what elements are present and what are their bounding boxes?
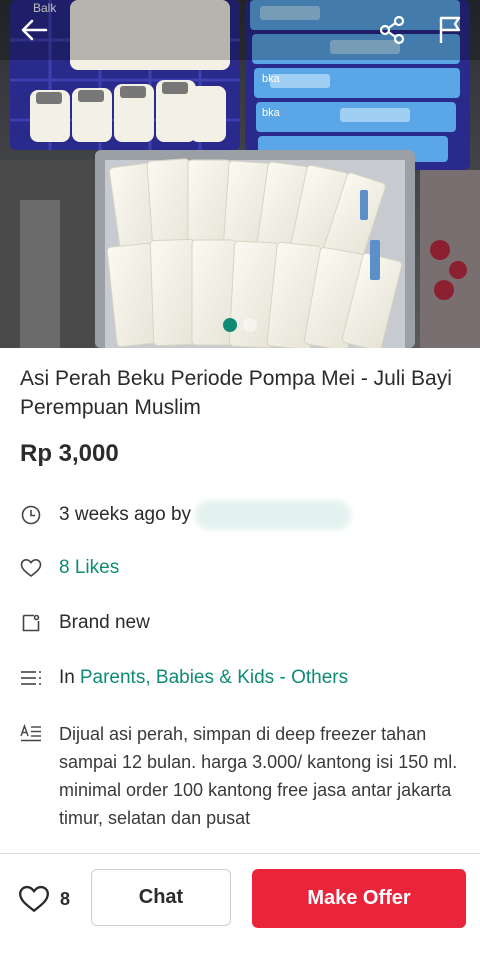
flag-icon: [439, 16, 461, 43]
heart-icon: [20, 557, 42, 579]
category-prefix: In: [59, 667, 75, 688]
heart-icon: [19, 885, 49, 913]
share-button[interactable]: [370, 10, 414, 50]
back-button[interactable]: [12, 10, 56, 50]
like-count: 8: [60, 888, 71, 909]
photo-illustration: Balk bka bka: [0, 0, 480, 348]
bottom-action-bar: 8 Chat Make Offer: [0, 853, 480, 954]
back-arrow-icon: [21, 19, 48, 41]
likes-row: 8 Likes: [20, 557, 119, 579]
report-button[interactable]: [428, 10, 472, 50]
category-link[interactable]: Parents, Babies & Kids - Others: [80, 667, 348, 689]
share-icon: [379, 15, 405, 45]
listing-price: Rp 3,000: [20, 440, 119, 467]
tag-icon: [20, 612, 42, 634]
condition-text: Brand new: [59, 612, 150, 633]
seller-name-redacted[interactable]: [195, 500, 352, 530]
posted-row: 3 weeks ago by: [20, 500, 352, 530]
likes-link[interactable]: 8 Likes: [59, 557, 119, 579]
posted-text: 3 weeks ago by: [59, 504, 192, 525]
carousel-indicator: [0, 318, 480, 332]
chat-button[interactable]: Chat: [91, 869, 231, 926]
make-offer-button[interactable]: Make Offer: [252, 869, 466, 928]
clock-icon: [20, 504, 42, 526]
list-icon: [20, 667, 42, 689]
description-section: Dijual asi perah, simpan di deep freezer…: [0, 700, 480, 853]
svg-text:bka: bka: [262, 107, 281, 119]
description-text: Dijual asi perah, simpan di deep freezer…: [59, 724, 458, 828]
category-row: In Parents, Babies & Kids - Others: [20, 667, 348, 689]
product-photo[interactable]: Balk bka bka: [0, 0, 480, 348]
carousel-dot-active[interactable]: [223, 318, 237, 332]
like-button[interactable]: 8: [18, 884, 70, 914]
condition-row: Brand new: [20, 612, 150, 634]
listing-title: Asi Perah Beku Periode Pompa Mei - Juli …: [20, 367, 452, 419]
svg-text:bka: bka: [262, 73, 281, 85]
carousel-dot[interactable]: [243, 318, 257, 332]
text-description-icon: [20, 723, 42, 747]
